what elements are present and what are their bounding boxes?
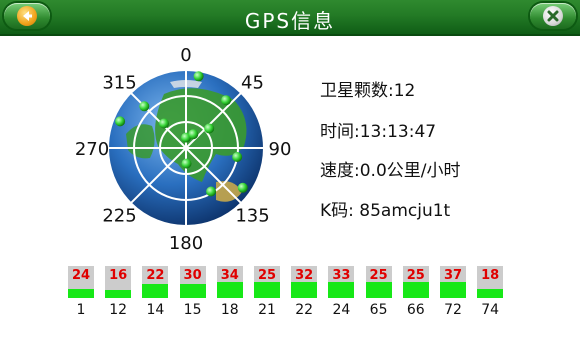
signal-bar-track: 34 bbox=[216, 266, 243, 298]
speed-readout: 速度:0.0公里/小时 bbox=[320, 161, 461, 181]
bearing-label-135: 135 bbox=[235, 206, 269, 227]
signal-bar-21: 25 21 bbox=[254, 266, 280, 324]
page-title: GPS信息 bbox=[244, 9, 336, 33]
signal-bar-track: 24 bbox=[68, 266, 94, 298]
signal-bar-track: 22 bbox=[142, 266, 169, 298]
signal-bar-fill bbox=[402, 282, 429, 298]
satellite-dot bbox=[139, 101, 150, 112]
signal-bar-24: 33 24 bbox=[328, 266, 355, 324]
signal-bar-72: 37 72 bbox=[440, 266, 466, 324]
satellite-dot bbox=[221, 95, 232, 106]
signal-strength-value: 25 bbox=[369, 268, 388, 283]
signal-strength-value: 25 bbox=[257, 268, 277, 283]
signal-strength-value: 18 bbox=[481, 268, 500, 283]
bearing-label-0: 0 bbox=[180, 45, 191, 66]
close-button[interactable] bbox=[530, 3, 576, 29]
satellite-prn-label: 21 bbox=[258, 302, 276, 318]
signal-bar-fill bbox=[68, 289, 94, 298]
signal-bar-15: 30 15 bbox=[179, 266, 206, 324]
signal-bar-14: 22 14 bbox=[142, 266, 169, 324]
signal-strength-value: 30 bbox=[183, 268, 202, 283]
bearing-label-225: 225 bbox=[102, 206, 136, 227]
signal-bar-fill bbox=[254, 282, 280, 298]
signal-bar-fill bbox=[142, 284, 169, 298]
signal-bar-18: 34 18 bbox=[216, 266, 243, 324]
satellite-prn-label: 22 bbox=[295, 302, 314, 318]
signal-bar-fill bbox=[440, 282, 466, 298]
satellite-dot bbox=[188, 129, 199, 140]
satellite-dot bbox=[193, 71, 204, 82]
satellite-count: 卫星颗数:12 bbox=[320, 81, 416, 101]
signal-bar-66: 25 66 bbox=[402, 266, 429, 324]
bearing-label-315: 315 bbox=[102, 73, 136, 94]
signal-bar-fill bbox=[477, 289, 504, 298]
signal-bar-fill bbox=[179, 284, 206, 298]
satellite-prn-label: 12 bbox=[109, 302, 128, 318]
satellite-dot bbox=[206, 186, 217, 197]
signal-strength-value: 37 bbox=[443, 268, 463, 283]
k-code: K码: 85amcju1t bbox=[320, 201, 451, 221]
bearing-label-270: 270 bbox=[75, 139, 109, 160]
satellite-dot bbox=[115, 116, 126, 127]
signal-strength-value: 32 bbox=[295, 268, 314, 283]
signal-bar-track: 25 bbox=[254, 266, 280, 298]
signal-strength-panel: 24 1 16 12 22 14 30 15 34 18 25 21 32 22 33 24 25 65 25 66 3… bbox=[68, 266, 508, 326]
satellite-prn-label: 72 bbox=[444, 302, 462, 318]
signal-bar-fill bbox=[291, 282, 318, 298]
bearing-label-180: 180 bbox=[169, 233, 203, 252]
close-x-icon bbox=[543, 6, 563, 26]
signal-bar-track: 32 bbox=[291, 266, 318, 298]
bearing-label-45: 45 bbox=[241, 73, 264, 94]
signal-strength-value: 25 bbox=[406, 268, 425, 283]
signal-strength-value: 22 bbox=[146, 268, 165, 283]
signal-bar-track: 33 bbox=[328, 266, 355, 298]
signal-bar-track: 37 bbox=[440, 266, 466, 298]
satellite-prn-label: 65 bbox=[369, 302, 388, 318]
time-readout: 时间:13:13:47 bbox=[320, 122, 437, 142]
satellite-dot bbox=[181, 158, 192, 169]
signal-strength-value: 34 bbox=[220, 268, 239, 283]
satellite-skyplot: 0 45 90 135 180 225 270 315 bbox=[66, 42, 306, 254]
signal-bar-1: 24 1 bbox=[68, 266, 94, 324]
signal-bar-track: 25 bbox=[402, 266, 429, 298]
signal-strength-value: 33 bbox=[332, 268, 351, 283]
bearing-label-90: 90 bbox=[269, 139, 292, 160]
signal-bar-fill bbox=[365, 282, 392, 298]
satellite-dot bbox=[204, 123, 215, 134]
satellite-prn-label: 24 bbox=[332, 302, 351, 318]
signal-bar-track: 18 bbox=[477, 266, 504, 298]
signal-bar-22: 32 22 bbox=[291, 266, 318, 324]
signal-bar-12: 16 12 bbox=[105, 266, 132, 324]
satellite-prn-label: 74 bbox=[481, 302, 500, 318]
signal-bar-fill bbox=[328, 282, 355, 298]
signal-strength-value: 16 bbox=[109, 268, 128, 283]
satellite-prn-label: 1 bbox=[76, 302, 86, 318]
signal-bar-74: 18 74 bbox=[477, 266, 504, 324]
satellite-prn-label: 18 bbox=[220, 302, 239, 318]
satellite-prn-label: 66 bbox=[406, 302, 425, 318]
title-bar: GPS信息 bbox=[0, 0, 580, 36]
signal-bar-65: 25 65 bbox=[365, 266, 392, 324]
satellite-prn-label: 15 bbox=[183, 302, 202, 318]
signal-bar-track: 25 bbox=[365, 266, 392, 298]
satellite-dot bbox=[237, 182, 248, 193]
signal-bar-fill bbox=[105, 290, 132, 298]
satellite-prn-label: 14 bbox=[146, 302, 165, 318]
signal-bar-track: 30 bbox=[179, 266, 206, 298]
satellite-dot bbox=[232, 152, 243, 162]
signal-bar-fill bbox=[216, 282, 243, 298]
signal-bar-track: 16 bbox=[105, 266, 132, 298]
signal-strength-value: 24 bbox=[71, 268, 91, 283]
satellite-dot bbox=[159, 118, 169, 129]
